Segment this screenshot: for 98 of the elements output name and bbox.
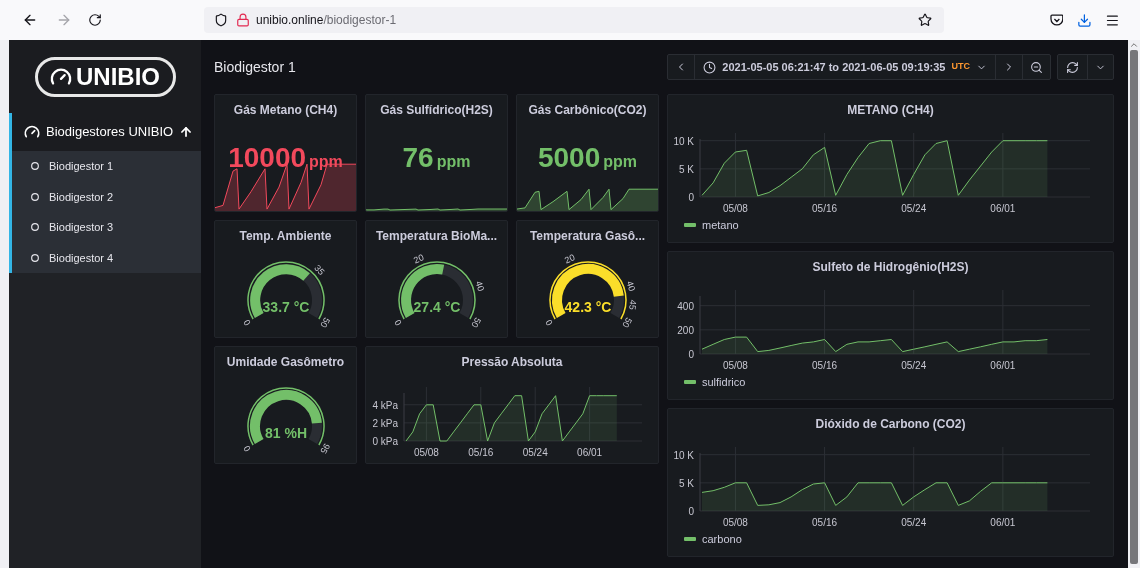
gauge-tick: 35 xyxy=(311,262,326,277)
axis-label: 10 K xyxy=(673,449,694,461)
dashboard-icon xyxy=(24,124,40,140)
gauge-value: 27.4 °C xyxy=(413,299,460,315)
time-range-button[interactable]: 2021-05-05 06:21:47 to 2021-06-05 09:19:35 UTC xyxy=(695,55,995,79)
axis-label: 0 xyxy=(688,349,694,360)
stat-value: 10000 xyxy=(228,144,307,172)
circle-icon xyxy=(31,162,39,171)
panel-title: Dióxido de Carbono (CO2) xyxy=(815,416,966,433)
gauge-tick: 40 xyxy=(473,279,486,293)
gauge-tick: 0 xyxy=(391,317,404,328)
legend-swatch xyxy=(684,380,696,385)
refresh-icon xyxy=(1066,60,1079,74)
gauge-value: 42.3 °C xyxy=(564,299,611,315)
axis-label: 06/01 xyxy=(990,360,1016,371)
gauge-tick: 20 xyxy=(411,252,425,266)
sidebar-item[interactable]: Biodigestor 4 xyxy=(12,242,201,273)
gauge-tick: 50 xyxy=(317,315,332,330)
panel-title: Temp. Ambiente xyxy=(239,228,332,245)
gauge-value: 33.7 °C xyxy=(262,299,309,315)
axis-label: 06/01 xyxy=(990,203,1016,214)
axis-label: 2 kPa xyxy=(372,417,398,429)
panel-title: Gás Carbônico(CO2) xyxy=(528,102,647,119)
axis-label: 0 kPa xyxy=(372,436,398,447)
axis-label: 200 xyxy=(677,324,694,336)
zoom-out-icon xyxy=(1030,60,1043,74)
gauge-tick: 50 xyxy=(619,315,634,330)
stat-unit: ppm xyxy=(603,154,638,170)
axis-label: 05/16 xyxy=(812,517,838,528)
download-icon[interactable] xyxy=(1077,12,1093,28)
section-label: Biodigestores UNIBIO xyxy=(46,123,174,142)
circle-icon xyxy=(31,192,39,201)
axis-label: 06/01 xyxy=(990,517,1016,528)
axis-label: 05/24 xyxy=(901,360,927,371)
circle-icon xyxy=(31,253,39,262)
gauge-tick: 95 xyxy=(317,441,332,456)
panel-title: Temperatura Gasô... xyxy=(529,228,646,245)
axis-label: 05/08 xyxy=(413,447,439,458)
panel-title: METANO (CH4) xyxy=(847,102,934,119)
panel-title: Gás Sulfídrico(H2S) xyxy=(380,102,493,119)
legend-label[interactable]: sulfidrico xyxy=(702,374,746,391)
gauge-tick: 20 xyxy=(562,252,576,266)
logo[interactable]: UNIBIO xyxy=(34,56,176,97)
pocket-icon[interactable] xyxy=(1049,13,1064,27)
axis-label: 05/08 xyxy=(722,203,748,214)
legend-label[interactable]: metano xyxy=(702,217,739,234)
lock-icon xyxy=(236,13,250,27)
stat-unit: ppm xyxy=(309,154,343,170)
gauge-tick: 0 xyxy=(240,443,253,454)
sidebar-item[interactable]: Biodigestor 1 xyxy=(12,151,201,182)
axis-label: 4 kPa xyxy=(372,399,398,411)
panel-title: Sulfeto de Hidrogênio(H2S) xyxy=(812,259,969,276)
panel-title: Gás Metano (CH4) xyxy=(233,102,338,119)
stat-unit: ppm xyxy=(436,154,471,170)
logo-text: UNIBIO xyxy=(76,64,160,89)
axis-label: 05/16 xyxy=(468,447,494,458)
gauge-tick: 45 xyxy=(626,299,638,311)
axis-label: 05/24 xyxy=(901,203,927,214)
legend-label[interactable]: carbono xyxy=(702,531,742,548)
gauge-tick: 0 xyxy=(240,317,253,328)
clock-icon xyxy=(703,60,717,74)
timezone-label: UTC xyxy=(951,60,970,74)
dashboard-title: Biodigestor 1 xyxy=(214,57,296,77)
axis-label: 05/16 xyxy=(812,203,838,214)
axis-label: 0 xyxy=(688,192,694,203)
axis-label: 5 K xyxy=(679,477,694,489)
shield-icon xyxy=(214,13,228,27)
panel-title: Pressão Absoluta xyxy=(461,354,563,371)
axis-label: 06/01 xyxy=(577,447,603,458)
panel-title: Temperatura BioMa... xyxy=(375,228,498,245)
sidebar-item[interactable]: Biodigestor 3 xyxy=(12,212,201,243)
axis-label: 0 xyxy=(688,506,694,517)
legend-swatch xyxy=(684,537,696,542)
gauge-tick: 50 xyxy=(468,315,483,330)
axis-label: 10 K xyxy=(673,135,694,147)
scroll-up-icon[interactable] xyxy=(1129,40,1139,50)
axis-label: 5 K xyxy=(679,163,694,175)
reload-button[interactable] xyxy=(86,11,104,29)
bookmark-star-icon[interactable] xyxy=(917,13,932,27)
axis-label: 05/16 xyxy=(812,360,838,371)
sidebar-section[interactable]: Biodigestores UNIBIO xyxy=(12,113,201,151)
axis-label: 05/08 xyxy=(722,360,748,371)
scrollbar[interactable] xyxy=(1128,40,1140,568)
legend-swatch xyxy=(684,223,696,228)
axis-label: 05/24 xyxy=(522,447,548,458)
stat-value: 76 xyxy=(402,144,434,172)
gauge-value: 81 %H xyxy=(264,425,307,441)
circle-icon xyxy=(31,223,39,232)
sidebar-item[interactable]: Biodigestor 2 xyxy=(12,181,201,212)
axis-label: 400 xyxy=(677,300,694,312)
panel-title: Umidade Gasômetro xyxy=(226,354,345,371)
stat-value: 5000 xyxy=(537,144,601,172)
url-text: unibio.online/biodigestor-1 xyxy=(256,12,397,29)
address-bar[interactable]: unibio.online/biodigestor-1 xyxy=(204,7,944,33)
axis-label: 05/24 xyxy=(901,517,927,528)
axis-label: 05/08 xyxy=(722,517,748,528)
gauge-tick: 0 xyxy=(542,317,555,328)
gauge-tick: 40 xyxy=(624,279,637,293)
